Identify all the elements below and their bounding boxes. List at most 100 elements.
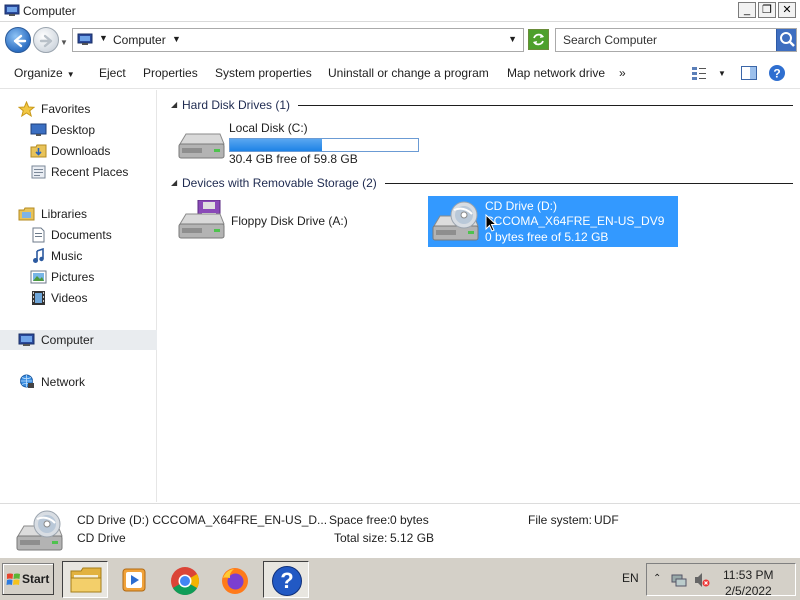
- pictures-icon: [30, 270, 47, 284]
- command-bar: Organize ▼ Eject Properties System proper…: [0, 58, 800, 89]
- view-options-dropdown[interactable]: ▼: [718, 69, 726, 78]
- refresh-button[interactable]: [528, 29, 549, 50]
- search-button[interactable]: [776, 29, 796, 51]
- nav-downloads-label: Downloads: [51, 144, 111, 158]
- videos-icon: [32, 291, 45, 305]
- details-file-system-label: File system:: [528, 513, 593, 527]
- details-space-free-value: 0 bytes: [390, 513, 429, 527]
- nav-favorites[interactable]: Favorites: [0, 99, 157, 119]
- address-field[interactable]: ▼ Computer ▼ ▼: [72, 28, 524, 52]
- nav-favorites-label: Favorites: [41, 102, 91, 116]
- group-hard-disk-drives[interactable]: ◢ Hard Disk Drives (1): [168, 97, 793, 113]
- taskbar-explorer[interactable]: [62, 561, 108, 598]
- start-button[interactable]: Start: [2, 563, 54, 595]
- details-total-size-label: Total size:: [334, 531, 388, 545]
- start-label: Start: [22, 572, 50, 586]
- volume-muted-icon[interactable]: [694, 572, 710, 588]
- more-commands-button[interactable]: »: [619, 66, 626, 80]
- map-network-drive-button[interactable]: Map network drive: [507, 66, 605, 80]
- clock-time[interactable]: 11:53 PM: [723, 568, 773, 582]
- recent-pages-dropdown[interactable]: ▼: [60, 38, 68, 47]
- cd-drive-name: CD Drive (D:): [485, 199, 557, 213]
- chrome-icon: [171, 567, 199, 595]
- svg-text:?: ?: [280, 568, 293, 593]
- system-properties-button[interactable]: System properties: [215, 66, 312, 80]
- taskbar-firefox[interactable]: [212, 561, 258, 598]
- nav-computer[interactable]: Computer: [0, 330, 157, 350]
- computer-icon: [4, 4, 20, 16]
- folder-icon: [70, 567, 102, 593]
- nav-documents[interactable]: Documents: [0, 225, 157, 245]
- nav-desktop-label: Desktop: [51, 123, 96, 137]
- documents-icon: [32, 227, 45, 243]
- desktop-icon: [30, 123, 47, 136]
- cd-drive-icon: [16, 510, 63, 551]
- libraries-icon: [18, 207, 35, 221]
- eject-button[interactable]: Eject: [99, 66, 126, 80]
- nav-videos[interactable]: Videos: [0, 288, 157, 308]
- back-button[interactable]: [5, 27, 31, 53]
- clock-date[interactable]: 2/5/2022: [725, 584, 772, 598]
- network-status-icon[interactable]: [671, 572, 687, 588]
- change-view-icon[interactable]: [690, 64, 708, 82]
- nav-recent-places-label: Recent Places: [51, 165, 129, 179]
- group-removable-storage-label: Devices with Removable Storage (2): [182, 176, 385, 190]
- organize-menu[interactable]: Organize ▼: [14, 66, 75, 80]
- search-field[interactable]: [555, 28, 797, 52]
- maximize-button[interactable]: ❐: [758, 2, 776, 18]
- drive-c-free-space: 30.4 GB free of 59.8 GB: [229, 152, 358, 166]
- nav-music-label: Music: [51, 249, 83, 263]
- cd-drive-volume-label: CCCOMA_X64FRE_EN-US_DV9: [485, 214, 665, 228]
- breadcrumb-computer[interactable]: Computer: [113, 33, 166, 47]
- show-hidden-icons-button[interactable]: ⌃: [653, 573, 661, 584]
- help-icon[interactable]: ?: [768, 64, 786, 82]
- windows-logo-icon: [6, 573, 20, 585]
- group-removable-storage[interactable]: ◢ Devices with Removable Storage (2): [168, 175, 793, 191]
- drive-floppy-a[interactable]: Floppy Disk Drive (A:): [176, 200, 406, 244]
- drive-c-usage-bar: [229, 138, 419, 152]
- taskbar-help[interactable]: ?: [263, 561, 309, 598]
- details-space-free-label: Space free:: [329, 513, 391, 527]
- search-input[interactable]: [556, 29, 776, 51]
- address-history-dropdown[interactable]: ▼: [508, 34, 517, 44]
- star-icon: [18, 101, 35, 117]
- floppy-drive-name: Floppy Disk Drive (A:): [231, 214, 348, 228]
- computer-icon: [77, 33, 93, 45]
- properties-button[interactable]: Properties: [143, 66, 198, 80]
- nav-libraries[interactable]: Libraries: [0, 204, 157, 224]
- cd-drive-icon: [432, 201, 479, 241]
- drive-c-usage-fill: [230, 139, 323, 151]
- title-bar: Computer _ ❐ ✕: [0, 0, 800, 22]
- language-indicator[interactable]: EN: [622, 571, 639, 585]
- uninstall-program-button[interactable]: Uninstall or change a program: [328, 66, 489, 80]
- details-file-system-value: UDF: [594, 513, 619, 527]
- nav-network[interactable]: Network: [0, 372, 157, 392]
- close-button[interactable]: ✕: [778, 2, 796, 18]
- address-bar-area: ▼ ▼ Computer ▼ ▼: [0, 22, 800, 58]
- taskbar-media-player[interactable]: [112, 561, 158, 598]
- nav-recent-places[interactable]: Recent Places: [0, 162, 157, 182]
- firefox-icon: [222, 568, 248, 594]
- preview-pane-icon[interactable]: [740, 64, 758, 82]
- window-title: Computer: [23, 4, 76, 18]
- nav-pictures[interactable]: Pictures: [0, 267, 157, 287]
- collapse-arrow-icon[interactable]: ◢: [171, 178, 177, 187]
- nav-pictures-label: Pictures: [51, 270, 95, 284]
- nav-downloads[interactable]: Downloads: [0, 141, 157, 161]
- mouse-cursor-icon: [485, 214, 497, 232]
- collapse-arrow-icon[interactable]: ◢: [171, 100, 177, 109]
- media-player-icon: [122, 568, 146, 592]
- breadcrumb-chevron-down-icon[interactable]: ▼: [172, 34, 181, 44]
- navigation-pane: Favorites Desktop Downloads Recent Place…: [0, 90, 157, 502]
- minimize-button[interactable]: _: [738, 2, 756, 18]
- nav-desktop[interactable]: Desktop: [0, 120, 157, 140]
- nav-videos-label: Videos: [51, 291, 88, 305]
- drive-cd-d[interactable]: CD Drive (D:) CCCOMA_X64FRE_EN-US_DV9 0 …: [428, 196, 678, 247]
- group-divider: [288, 105, 793, 106]
- forward-button[interactable]: [33, 27, 59, 53]
- drive-local-disk-c[interactable]: Local Disk (C:) 30.4 GB free of 59.8 GB: [176, 120, 446, 170]
- taskbar-chrome[interactable]: [162, 561, 208, 598]
- group-divider: [373, 183, 793, 184]
- nav-music[interactable]: Music: [0, 246, 157, 266]
- breadcrumb-separator-icon[interactable]: ▼: [99, 33, 108, 43]
